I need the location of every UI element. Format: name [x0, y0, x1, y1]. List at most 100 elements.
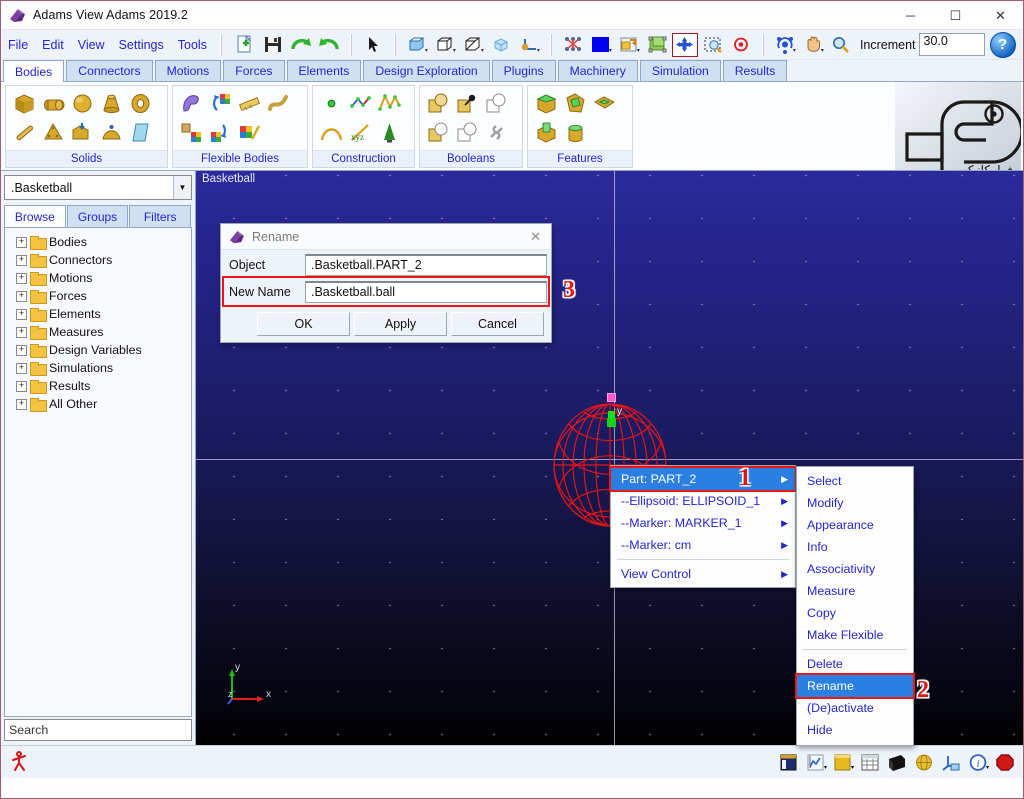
context-menu-deactivate-item[interactable]: (De)activate [797, 697, 913, 719]
rename-dialog[interactable]: Rename ✕ Object .Basketball.PART_2 New N… [220, 223, 552, 343]
flex-to-rigid-icon[interactable] [206, 118, 235, 147]
context-menu-marker-cm-item[interactable]: --Marker: cm ▶ [611, 534, 795, 556]
torus-solid-icon[interactable] [126, 89, 155, 118]
extrude-feature-icon[interactable] [561, 118, 590, 147]
context-menu-info-item[interactable]: Info [797, 536, 913, 558]
new-file-icon[interactable] [232, 33, 258, 57]
table-icon[interactable] [858, 751, 882, 773]
spline-icon[interactable] [375, 89, 404, 118]
expander-icon[interactable]: + [16, 344, 27, 356]
context-menu-delete-item[interactable]: Delete [797, 653, 913, 675]
point-icon[interactable] [317, 89, 346, 118]
grid-points-icon[interactable] [560, 33, 586, 57]
context-menu-select-item[interactable]: Select [797, 470, 913, 492]
model-selector[interactable]: .Basketball ▼ [4, 175, 192, 200]
dialog-new-name-field[interactable]: .Basketball.ball [305, 280, 547, 303]
tree-item-measures[interactable]: + Measures [8, 323, 188, 341]
target-point-icon[interactable] [728, 33, 754, 57]
subtract-icon[interactable] [424, 118, 453, 147]
expander-icon[interactable]: + [16, 254, 27, 266]
tab-results[interactable]: Results [722, 60, 788, 81]
frustum-solid-icon[interactable] [97, 89, 126, 118]
context-menu-rename-item[interactable]: Rename [795, 673, 915, 699]
discrete-flex-link-icon[interactable] [177, 118, 206, 147]
expander-icon[interactable]: + [16, 398, 27, 410]
tree-item-results[interactable]: + Results [8, 377, 188, 395]
ok-button[interactable]: OK [257, 312, 350, 336]
front-view-icon[interactable]: ▾ [404, 33, 430, 57]
link-solid-icon[interactable] [10, 118, 39, 147]
intersect-icon[interactable] [482, 89, 511, 118]
flex-modify-icon[interactable] [235, 118, 264, 147]
tree-item-motions[interactable]: + Motions [8, 269, 188, 287]
marker-icon[interactable] [375, 118, 404, 147]
tab-simulation[interactable]: Simulation [639, 60, 721, 81]
context-menu-object-list[interactable]: Part: PART_2 ▶ --Ellipsoid: ELLIPSOID_1 … [609, 465, 797, 588]
tab-plugins[interactable]: Plugins [491, 60, 556, 81]
tab-bodies[interactable]: Bodies [3, 60, 65, 82]
rotate-icon[interactable]: ▾ [772, 33, 798, 57]
tree-item-bodies[interactable]: + Bodies [8, 233, 188, 251]
shaded-box-icon[interactable]: ▾ [460, 33, 486, 57]
tab-connectors[interactable]: Connectors [66, 60, 153, 81]
expander-icon[interactable]: + [16, 380, 27, 392]
tree-item-design-variables[interactable]: + Design Variables [8, 341, 188, 359]
tree-item-connectors[interactable]: + Connectors [8, 251, 188, 269]
dialog-close-icon[interactable]: ✕ [530, 229, 541, 245]
render-cube-icon[interactable] [488, 33, 514, 57]
context-menu-associativity-item[interactable]: Associativity [797, 558, 913, 580]
tree-item-all-other[interactable]: + All Other [8, 395, 188, 413]
menu-tools[interactable]: Tools [171, 36, 214, 54]
wireframe-view-icon[interactable]: ▾ [432, 33, 458, 57]
chamfer-icon[interactable] [453, 89, 482, 118]
merge-icon[interactable] [453, 118, 482, 147]
sphere-solid-icon[interactable] [68, 89, 97, 118]
tab-elements[interactable]: Elements [286, 60, 362, 81]
tree-item-elements[interactable]: + Elements [8, 305, 188, 323]
menu-settings[interactable]: Settings [112, 36, 171, 54]
tab-browse[interactable]: Browse [4, 205, 66, 227]
note-icon[interactable]: ▾ [831, 751, 855, 773]
menu-edit[interactable]: Edit [35, 36, 71, 54]
zoom-box-icon[interactable] [700, 33, 726, 57]
marker-pink-icon[interactable] [607, 393, 616, 402]
maximize-button[interactable]: ☐ [933, 1, 978, 30]
cancel-button[interactable]: Cancel [451, 312, 544, 336]
context-menu-part-item[interactable]: Part: PART_2 ▶ [609, 466, 797, 492]
context-menu-appearance-item[interactable]: Appearance [797, 514, 913, 536]
save-icon[interactable] [260, 33, 286, 57]
context-menu-modify-item[interactable]: Modify [797, 492, 913, 514]
close-button[interactable]: ✕ [978, 1, 1023, 30]
render-globe-icon[interactable] [912, 751, 936, 773]
increment-input[interactable]: 30.0 [918, 33, 985, 56]
context-menu-actions[interactable]: Select Modify Appearance Info Associativ… [795, 466, 915, 746]
coordinate-display-icon[interactable] [939, 751, 963, 773]
help-button[interactable]: ? [989, 31, 1016, 58]
tab-machinery[interactable]: Machinery [557, 60, 638, 81]
tree-item-forces[interactable]: + Forces [8, 287, 188, 305]
pan-hand-icon[interactable]: ▾ [800, 33, 826, 57]
revolution-solid-icon[interactable] [97, 118, 126, 147]
menu-view[interactable]: View [71, 36, 112, 54]
shade-icon[interactable] [885, 751, 909, 773]
tab-design-exploration[interactable]: Design Exploration [363, 60, 490, 81]
coordinate-triad-icon[interactable]: ▾ [516, 33, 542, 57]
stop-icon[interactable] [993, 751, 1017, 773]
marker-green-icon[interactable] [607, 418, 616, 427]
chevron-down-icon[interactable]: ▼ [173, 176, 191, 199]
hole-icon[interactable] [590, 89, 619, 118]
fillet-icon[interactable] [532, 89, 561, 118]
model-browser-icon[interactable] [777, 751, 801, 773]
extrusion-solid-icon[interactable] [68, 118, 97, 147]
expander-icon[interactable]: + [16, 272, 27, 284]
cylinder-solid-icon[interactable] [39, 89, 68, 118]
rigid-plane-icon[interactable] [126, 118, 155, 147]
apply-button[interactable]: Apply [354, 312, 447, 336]
flex-beam-icon[interactable] [235, 89, 264, 118]
context-menu-copy-item[interactable]: Copy [797, 602, 913, 624]
hollow-icon[interactable] [561, 89, 590, 118]
menu-file[interactable]: File [1, 36, 35, 54]
context-menu-hide-item[interactable]: Hide [797, 719, 913, 741]
flex-spline-icon[interactable] [264, 89, 293, 118]
plate-solid-icon[interactable] [39, 118, 68, 147]
